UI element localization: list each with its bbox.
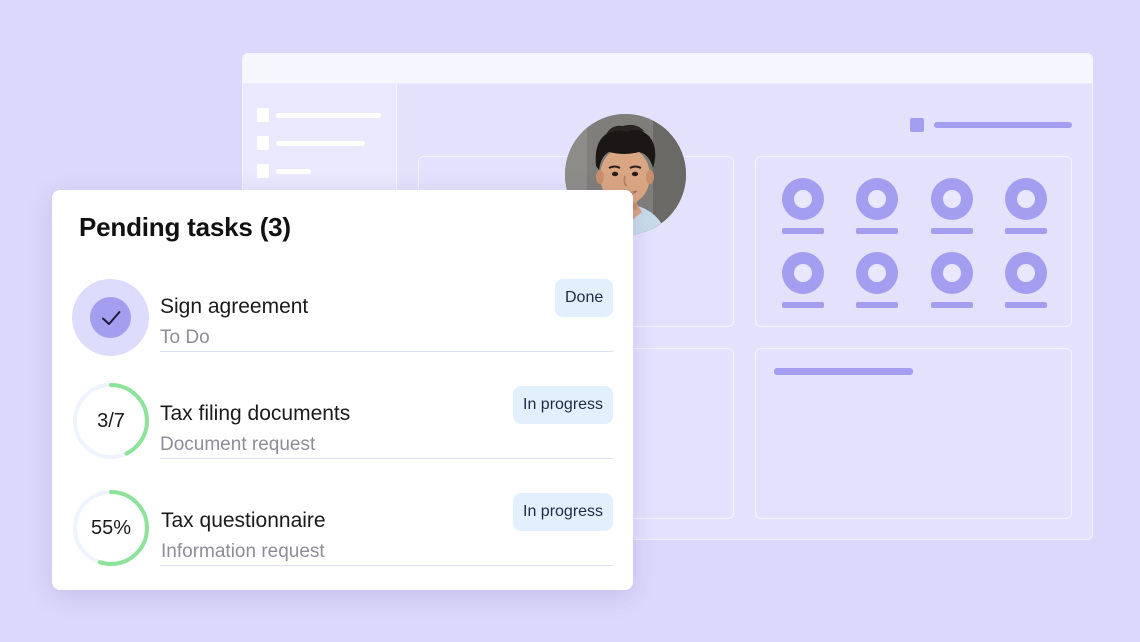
placeholder-card-icons [755, 156, 1072, 327]
task-type: To Do [160, 327, 210, 349]
status-badge[interactable]: In progress [513, 493, 613, 531]
pending-tasks-card: Pending tasks (3) Sign agreement To Do D… [52, 190, 633, 590]
row-divider [160, 351, 613, 352]
placeholder-circle-icon [782, 252, 824, 308]
placeholder-circle-icon [931, 252, 973, 308]
row-divider [160, 565, 613, 566]
row-divider [160, 458, 613, 459]
progress-ring: 3/7 [72, 382, 150, 460]
task-row[interactable]: 55% Tax questionnaire Information reques… [52, 505, 633, 612]
check-icon [90, 297, 131, 338]
task-type: Information request [161, 541, 325, 563]
placeholder-circle-icon [782, 178, 824, 234]
task-name: Tax questionnaire [161, 509, 326, 533]
completed-indicator [72, 279, 149, 356]
status-badge[interactable]: In progress [513, 386, 613, 424]
placeholder-circle-icon [1005, 252, 1047, 308]
progress-ring: 55% [72, 489, 150, 567]
task-name: Sign agreement [160, 295, 308, 319]
header-placeholder-line [934, 122, 1072, 128]
card-title: Pending tasks (3) [79, 212, 291, 243]
placeholder-bar-line [774, 368, 913, 375]
placeholder-circle-icon [856, 178, 898, 234]
task-name: Tax filing documents [160, 402, 350, 426]
sidebar-placeholder-item [257, 108, 381, 122]
window-titlebar [243, 54, 1092, 84]
sidebar-placeholder-item [257, 164, 311, 178]
task-type: Document request [160, 434, 315, 456]
status-badge[interactable]: Done [555, 279, 613, 317]
placeholder-circle-icon [856, 252, 898, 308]
progress-label: 3/7 [72, 382, 150, 460]
placeholder-circle-icon [1005, 178, 1047, 234]
progress-label: 55% [72, 489, 150, 567]
header-placeholder-icon [910, 118, 924, 132]
sidebar-placeholder-item [257, 136, 365, 150]
placeholder-circle-icon [931, 178, 973, 234]
